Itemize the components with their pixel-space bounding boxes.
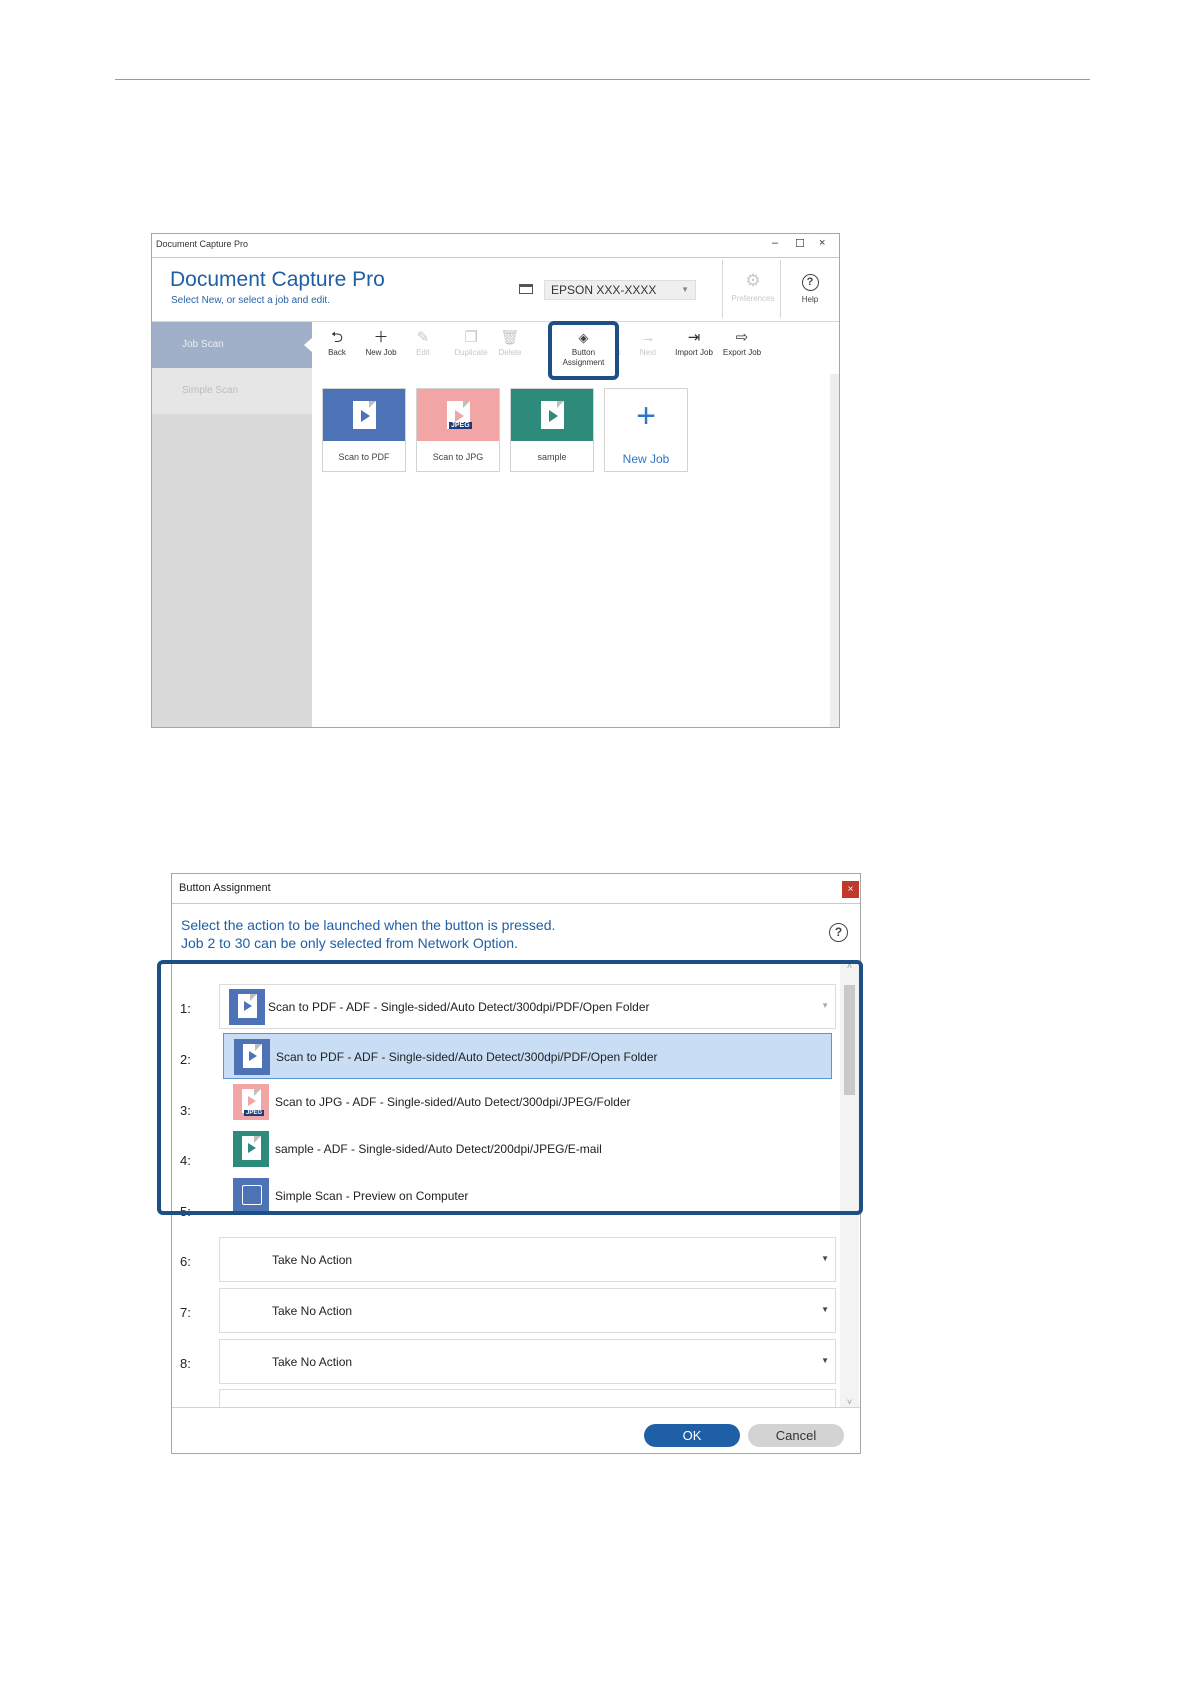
export-icon: ⇨ — [735, 329, 749, 346]
import-job-label: Import Job — [675, 348, 713, 357]
duplicate-icon: ❐ — [464, 329, 478, 346]
chevron-down-icon: ▼ — [821, 1305, 829, 1314]
maximize-icon[interactable]: ☐ — [795, 237, 805, 250]
help-button[interactable]: ? Help — [782, 272, 838, 304]
job-tile-band — [511, 389, 593, 441]
dialog-titlebar: Button Assignment × — [172, 874, 860, 904]
preferences-button[interactable]: ⚙ Preferences — [725, 271, 781, 304]
mail-doc-icon — [541, 401, 564, 429]
edit-label: Edit — [416, 348, 430, 357]
window-title: Document Capture Pro — [156, 239, 249, 249]
sidebar-item-job-scan[interactable]: Job Scan — [152, 322, 313, 368]
scroll-down-icon[interactable]: ˅ — [840, 1397, 859, 1407]
import-job-button[interactable]: ⇥ Import Job — [669, 329, 719, 358]
assignment-select-7[interactable]: Take No Action ▼ — [219, 1288, 836, 1333]
import-icon: ⇥ — [687, 329, 701, 346]
cancel-button[interactable]: Cancel — [748, 1424, 844, 1447]
next-label: Next — [639, 348, 657, 357]
minimize-icon[interactable]: – — [772, 237, 778, 249]
export-job-label: Export Job — [722, 348, 762, 357]
back-button[interactable]: ⮌ Back — [312, 329, 362, 358]
scanner-select[interactable]: EPSON XXX-XXXX ▼ — [544, 280, 696, 300]
pdf-doc-icon — [353, 401, 376, 429]
app-title: Document Capture Pro — [170, 268, 385, 291]
job-tile-sample[interactable]: sample — [510, 388, 594, 472]
main-window: Document Capture Pro – ☐ × Document Capt… — [151, 233, 840, 728]
chevron-down-icon: ▼ — [681, 285, 689, 294]
plus-icon: + — [636, 397, 656, 435]
button-assignment-button[interactable]: ◈ Button Assignment — [548, 321, 619, 380]
ok-button[interactable]: OK — [644, 1424, 740, 1447]
row-number: 6: — [180, 1254, 191, 1269]
export-job-button[interactable]: ⇨ Export Job — [717, 329, 767, 358]
close-icon[interactable]: × — [819, 237, 825, 249]
dialog-message-line2: Job 2 to 30 can be only selected from Ne… — [181, 935, 518, 951]
trash-icon: 🗑 — [500, 330, 520, 346]
header-divider — [780, 260, 781, 318]
header-divider — [722, 260, 723, 318]
job-tile-label: Scan to JPG — [432, 452, 484, 462]
sidebar-item-simple-scan[interactable]: Simple Scan — [152, 368, 312, 414]
help-icon: ? — [801, 274, 819, 291]
back-label: Back — [328, 348, 346, 357]
button-assignment-icon: ◈ — [578, 330, 589, 345]
job-tile-label: Scan to PDF — [338, 452, 390, 462]
duplicate-label: Duplicate — [454, 348, 488, 357]
job-tile-scan-to-pdf[interactable]: Scan to PDF — [322, 388, 406, 472]
back-arrow-icon: ⮌ — [330, 329, 343, 346]
job-tile-band: JPEG — [417, 389, 499, 441]
gear-icon: ⚙ — [745, 271, 761, 290]
sidebar: Job Scan Simple Scan — [152, 322, 313, 727]
delete-label: Delete — [498, 348, 522, 357]
job-tile-label: sample — [537, 452, 567, 462]
job-list: Scan to PDF JPEG Scan to JPG sample + Ne… — [312, 374, 830, 727]
pencil-icon: ✎ — [416, 329, 430, 346]
next-button[interactable]: → Next — [623, 329, 673, 358]
main-window-titlebar: Document Capture Pro – ☐ × — [152, 234, 839, 258]
job-tile-band — [323, 389, 405, 441]
dropdown-highlight-frame — [157, 960, 863, 1215]
scanner-select-value: EPSON XXX-XXXX — [551, 283, 657, 297]
assignment-select-8[interactable]: Take No Action ▼ — [219, 1339, 836, 1384]
preferences-label: Preferences — [731, 294, 775, 303]
job-tile-scan-to-jpg[interactable]: JPEG Scan to JPG — [416, 388, 500, 472]
button-assignment-label-line2: Assignment — [562, 358, 605, 367]
assignment-select-9-partial[interactable] — [219, 1389, 836, 1407]
chevron-down-icon: ▼ — [821, 1356, 829, 1365]
assignment-select-value: Take No Action — [272, 1253, 353, 1267]
row-number: 7: — [180, 1305, 191, 1320]
dialog-footer-divider — [172, 1407, 860, 1408]
page-top-rule — [115, 79, 1090, 80]
main-header: Document Capture Pro Select New, or sele… — [152, 258, 839, 322]
button-assignment-label-line1: Button — [571, 348, 596, 357]
assignment-select-value: Take No Action — [272, 1355, 353, 1369]
dialog-message-line1: Select the action to be launched when th… — [181, 917, 556, 933]
assignment-select-value: Take No Action — [272, 1304, 353, 1318]
assignment-select-6[interactable]: Take No Action ▼ — [219, 1237, 836, 1282]
help-label: Help — [801, 295, 819, 304]
job-tile-label: New Job — [622, 452, 670, 466]
edit-button[interactable]: ✎ Edit — [398, 329, 448, 358]
job-tile-new-job[interactable]: + New Job — [604, 388, 688, 472]
help-icon[interactable]: ? — [829, 923, 848, 942]
jpeg-badge: JPEG — [449, 422, 472, 429]
close-icon[interactable]: × — [842, 881, 859, 898]
dialog-title: Button Assignment — [179, 882, 271, 894]
arrow-right-icon: → — [640, 329, 656, 346]
job-list-scrollbar[interactable] — [830, 374, 839, 727]
app-subtitle: Select New, or select a job and edit. — [171, 295, 330, 306]
duplicate-button[interactable]: ❐ Duplicate — [446, 329, 496, 358]
chevron-down-icon: ▼ — [821, 1254, 829, 1263]
row-number: 8: — [180, 1356, 191, 1371]
delete-button[interactable]: 🗑 Delete — [490, 330, 530, 357]
scanner-icon — [519, 284, 533, 294]
